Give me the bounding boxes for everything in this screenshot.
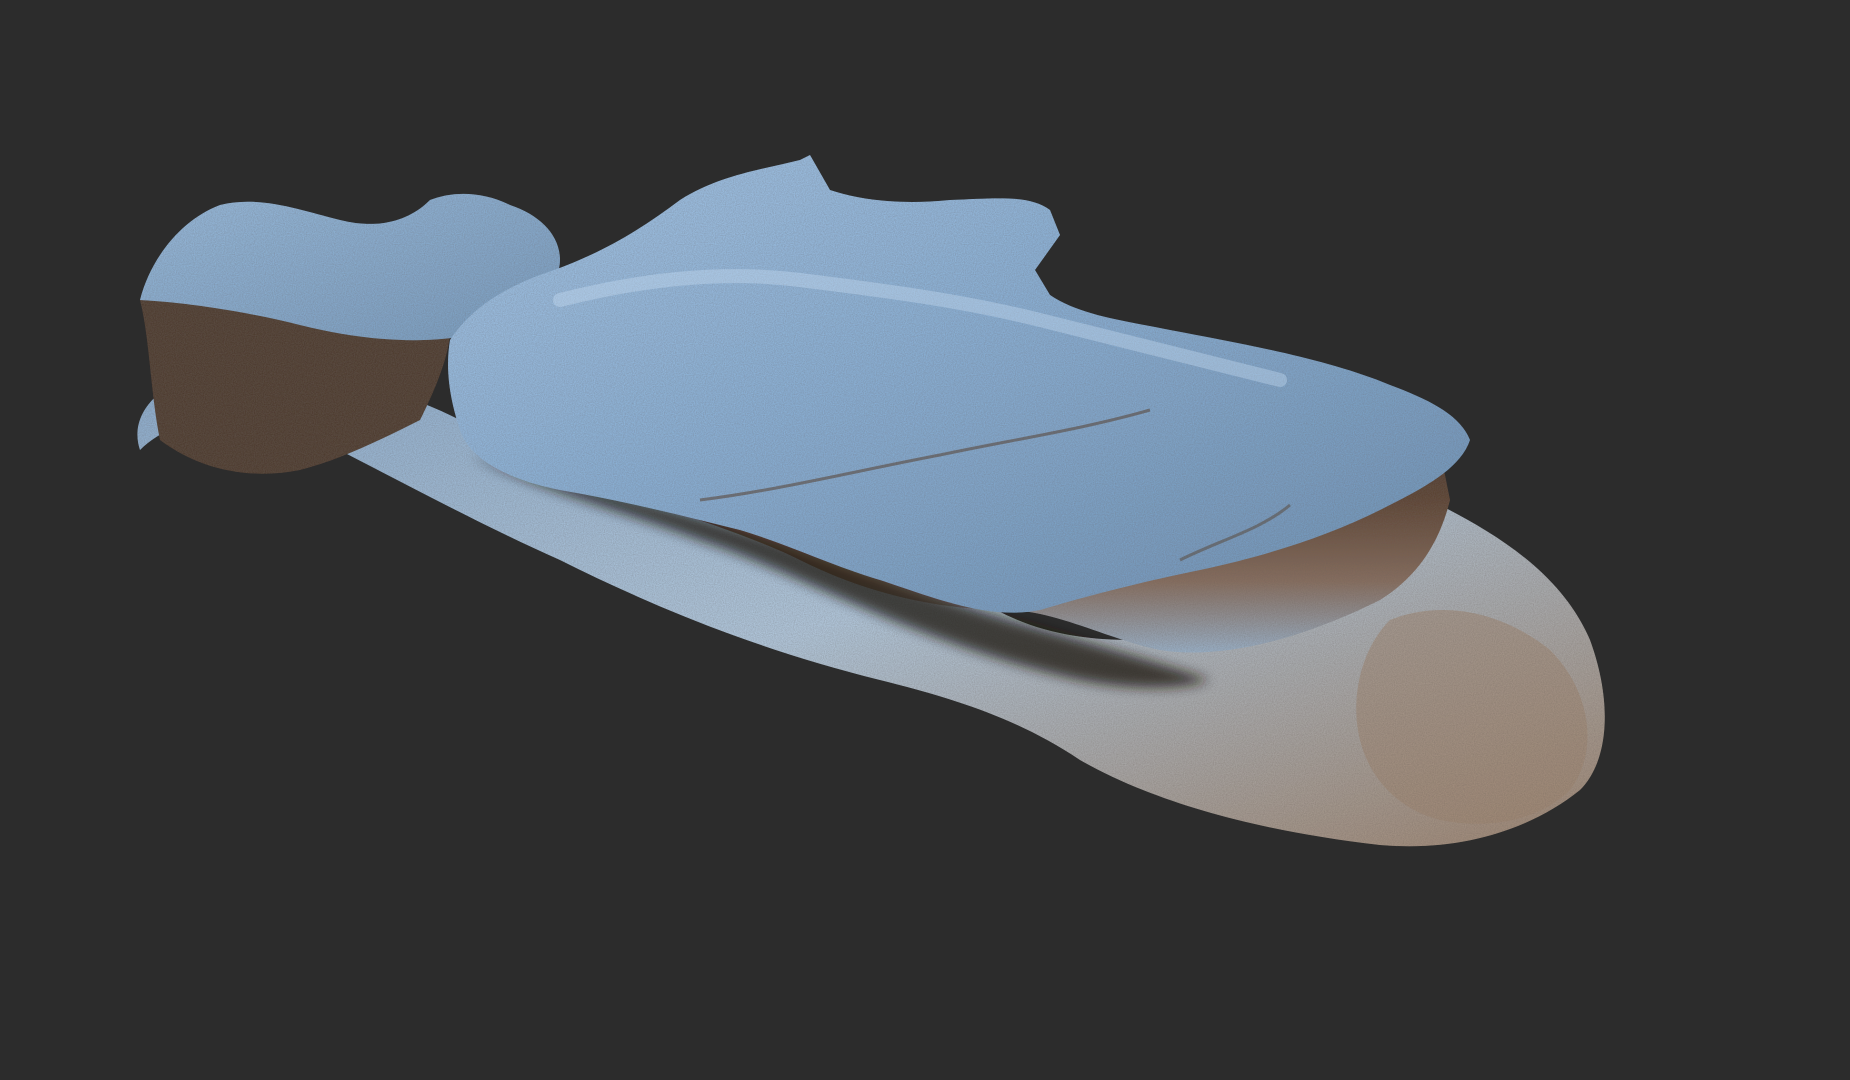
rock-render[interactable] xyxy=(0,0,1850,1080)
3d-viewport[interactable] xyxy=(0,0,1850,1080)
